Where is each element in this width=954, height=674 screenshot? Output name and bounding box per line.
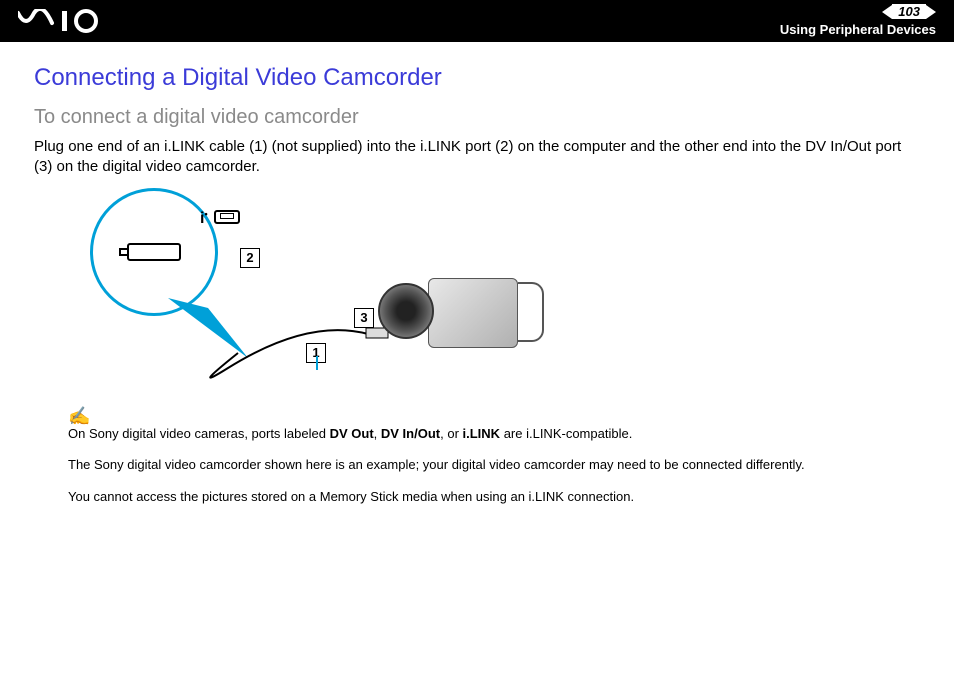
callout-line-1-icon [316,356,318,370]
page-number: 103 [892,4,926,19]
note-pen-icon: ✍ [68,406,920,427]
diagram-label-2: 2 [240,248,260,268]
page-title: Connecting a Digital Video Camcorder [34,64,920,92]
note-2: The Sony digital video camcorder shown h… [68,456,920,474]
vaio-logo [18,0,128,42]
note-1-bold-2: DV In/Out [381,426,440,441]
ilink-plug-icon [127,243,181,261]
prev-page-arrow-icon[interactable] [882,5,892,19]
note-1-bold-3: i.LINK [463,426,501,441]
next-page-arrow-icon[interactable] [926,5,936,19]
note-1-bold-1: DV Out [330,426,374,441]
page-content: Connecting a Digital Video Camcorder To … [0,42,954,505]
page-nav: 103 [882,4,936,19]
instruction-text: Plug one end of an i.LINK cable (1) (not… [34,137,920,178]
cable-plug-callout [90,188,218,316]
notes-section: ✍ On Sony digital video cameras, ports l… [68,406,920,506]
page-header: 103 Using Peripheral Devices [0,0,954,42]
cable-icon [148,298,408,398]
camcorder-icon [378,258,538,378]
ilink-port-icon [214,210,240,224]
connection-diagram: i• 2 1 3 [58,188,598,398]
note-1: On Sony digital video cameras, ports lab… [68,425,920,443]
page-subtitle: To connect a digital video camcorder [34,106,920,129]
note-1-text: On Sony digital video cameras, ports lab… [68,426,330,441]
note-3: You cannot access the pictures stored on… [68,488,920,506]
ilink-symbol-icon: i• [200,210,208,228]
breadcrumb: Using Peripheral Devices [780,22,936,37]
